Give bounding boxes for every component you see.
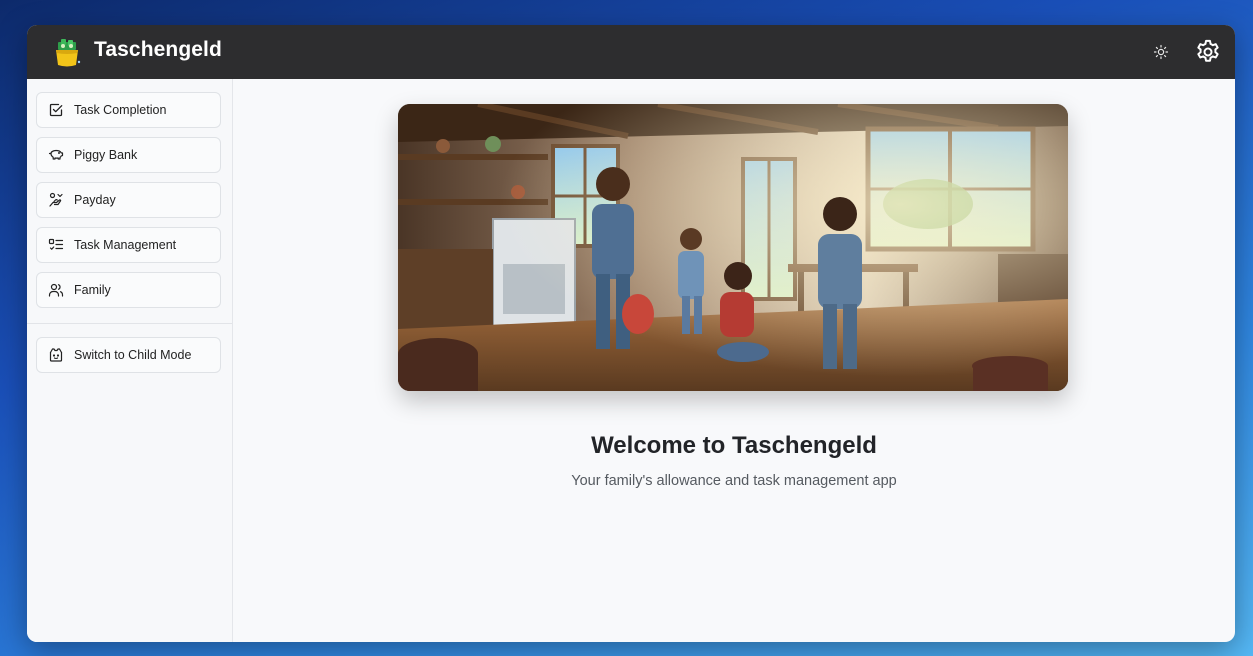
welcome-heading: Welcome to Taschengeld: [591, 432, 877, 459]
piggy-bank-icon: [48, 147, 64, 163]
sidebar-item-task-completion[interactable]: Task Completion: [36, 92, 221, 128]
list-todo-icon: [48, 237, 64, 253]
sidebar-item-label: Payday: [74, 193, 116, 207]
sun-icon[interactable]: [1152, 43, 1170, 61]
baby-face-icon: [48, 347, 64, 363]
sidebar-item-family[interactable]: Family: [36, 272, 221, 308]
switch-to-child-mode-button[interactable]: Switch to Child Mode: [36, 337, 221, 373]
app-window: Taschengeld Task Completion Piggy Bank P…: [27, 25, 1235, 642]
welcome-tagline: Your family's allowance and task managem…: [571, 473, 897, 489]
checkbox-icon: [48, 102, 64, 118]
sidebar-item-piggy-bank[interactable]: Piggy Bank: [36, 137, 221, 173]
sidebar-item-label: Task Management: [74, 238, 177, 252]
sidebar-item-task-management[interactable]: Task Management: [36, 227, 221, 263]
sidebar-item-label: Piggy Bank: [74, 148, 138, 162]
sidebar-item-label: Task Completion: [74, 103, 167, 117]
app-logo-icon: [53, 38, 81, 68]
users-icon: [48, 282, 64, 298]
sidebar-item-label: Family: [74, 283, 111, 297]
main-content: Welcome to Taschengeld Your family's all…: [233, 79, 1235, 642]
hand-coins-icon: [48, 192, 64, 208]
gear-icon[interactable]: [1194, 38, 1222, 66]
app-title: Taschengeld: [94, 38, 222, 61]
switch-mode-label: Switch to Child Mode: [74, 348, 192, 362]
sidebar-divider: [27, 323, 232, 324]
top-bar: Taschengeld: [27, 25, 1235, 79]
sidebar-item-payday[interactable]: Payday: [36, 182, 221, 218]
sidebar: Task Completion Piggy Bank Payday Task M…: [27, 79, 233, 642]
hero-illustration: [398, 104, 1068, 391]
